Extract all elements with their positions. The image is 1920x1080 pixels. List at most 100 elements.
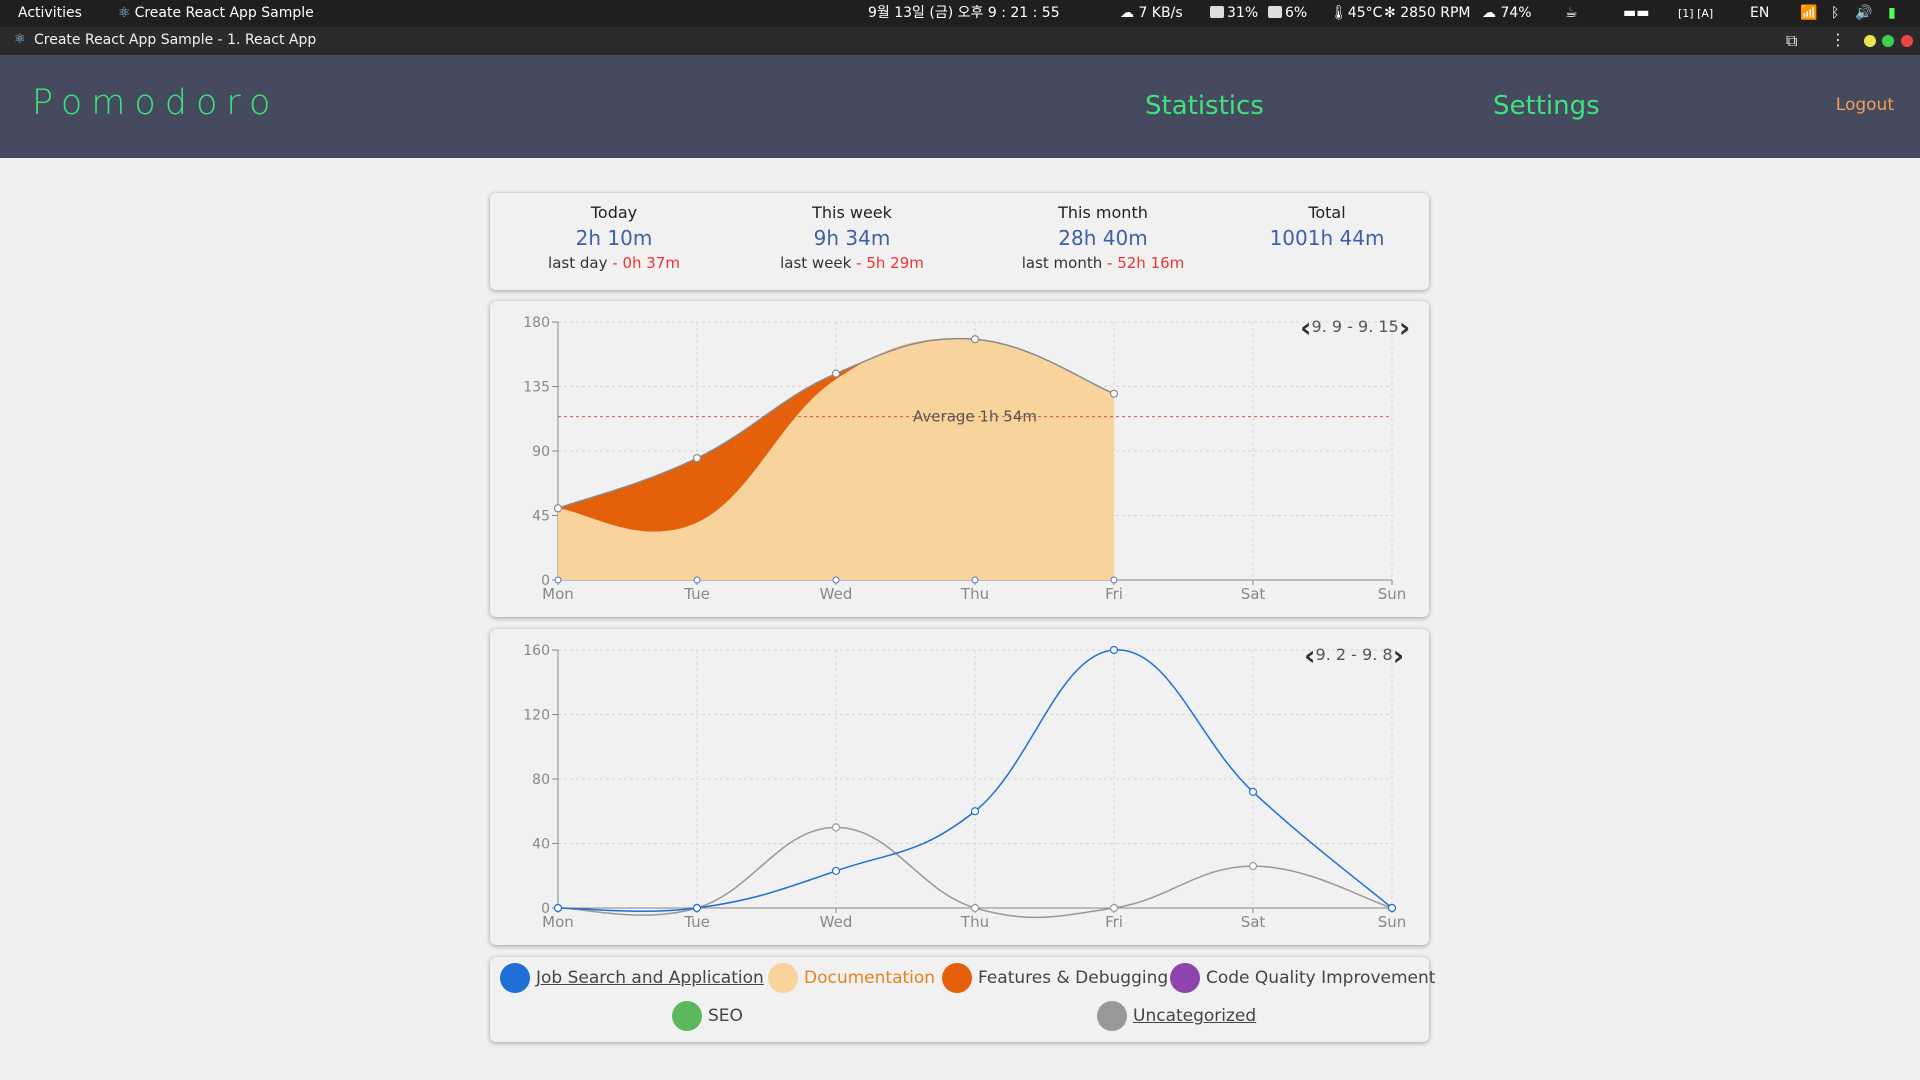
x-tick-label: Fri	[1105, 913, 1123, 931]
average-label: Average 1h 54m	[913, 408, 1037, 426]
temperature-indicator[interactable]: 🌡45°C	[1330, 0, 1382, 27]
brand-logo[interactable]: Pomodoro	[32, 83, 279, 123]
disk-indicator[interactable]: 6%	[1268, 0, 1307, 27]
temperature-value: 45°C	[1347, 5, 1383, 21]
legend-label: SEO	[708, 1006, 743, 1026]
legend-color-dot	[672, 1001, 702, 1031]
x-tick-label: Wed	[820, 913, 853, 931]
data-point	[1109, 389, 1119, 398]
fan-icon: ✻	[1384, 5, 1396, 21]
week-range-label: 9. 9 - 9. 15	[1311, 317, 1399, 336]
battery-icon[interactable]: ▮	[1888, 0, 1896, 27]
legend-color-dot	[1097, 1001, 1127, 1031]
language-indicator[interactable]: EN	[1750, 0, 1769, 27]
data-point	[1387, 903, 1397, 913]
legend-item-seo[interactable]: SEO	[672, 1001, 743, 1031]
activities-button[interactable]: Activities	[18, 0, 82, 27]
cloud-icon: ☁	[1120, 5, 1134, 21]
summary-prev-label: last day	[548, 254, 608, 272]
x-tick-label: Wed	[820, 585, 853, 603]
summary-label: Total	[1308, 203, 1346, 222]
network-speed-indicator[interactable]: ☁ 7 KB/s	[1120, 0, 1183, 27]
keyboard-indicator-icon[interactable]: [1] [A]	[1678, 0, 1713, 27]
summary-label: This week	[812, 203, 892, 222]
legend-label: Uncategorized	[1133, 1006, 1257, 1026]
summary-label: This month	[1058, 203, 1148, 222]
y-tick-label: 135	[523, 380, 550, 396]
legend-color-dot	[500, 963, 530, 993]
summary-value: 9h 34m	[813, 226, 891, 250]
weather-indicator[interactable]: ☁ 74%	[1482, 0, 1532, 27]
x-tick-label: Thu	[960, 585, 989, 603]
x-tick-label: Sun	[1378, 585, 1407, 603]
kebab-menu-icon[interactable]: ⋮	[1830, 30, 1846, 49]
data-point	[1109, 903, 1119, 913]
weekly-line-chart: 04080120160Mon Tue Wed Thu Fri Sat Sun	[523, 643, 1407, 931]
x-tick-label: Thu	[960, 913, 989, 931]
weekly-category-area-chart-card: 0 45 90 135 180 Mon Tue Wed Thu Fri Sat Sun Average …	[490, 301, 1429, 617]
coffee-icon[interactable]: ☕	[1565, 0, 1578, 27]
category-legend-card: Job Search and Application Documentation…	[490, 957, 1435, 1042]
legend-item-features-debugging[interactable]: Features & Debugging	[942, 963, 1168, 993]
clock[interactable]: 9월 13일 (금) 오후 9 : 21 : 55	[868, 0, 1060, 27]
baseline-point	[832, 576, 840, 584]
network-speed-value: 7 KB/s	[1138, 5, 1183, 21]
chevron-right-icon[interactable]: ›	[1393, 639, 1405, 672]
summary-prev-label: last month	[1021, 254, 1103, 272]
summary-today: Today 2h 10m last day - 0h 37m	[504, 203, 724, 272]
cpu-indicator[interactable]: 31%	[1210, 0, 1258, 27]
bluetooth-icon[interactable]: ᛒ	[1831, 0, 1839, 27]
legend-item-job-search[interactable]: Job Search and Application	[500, 963, 764, 993]
y-tick-label: 180	[523, 315, 550, 331]
baseline-point	[971, 576, 979, 584]
chevron-left-icon[interactable]: ‹	[1304, 639, 1316, 672]
nav-statistics-link[interactable]: Statistics	[1145, 91, 1264, 121]
data-point	[970, 807, 980, 816]
summary-label: Today	[590, 203, 638, 222]
maximize-window-button[interactable]	[1882, 35, 1894, 47]
x-tick-label: Sun	[1378, 913, 1407, 931]
data-point	[970, 335, 980, 344]
legend-item-documentation[interactable]: Documentation	[768, 963, 935, 993]
data-point	[1248, 787, 1258, 796]
legend-label: Features & Debugging	[978, 968, 1169, 988]
fan-indicator[interactable]: ✻ 2850 RPM	[1384, 0, 1471, 27]
summary-total: Total 1001h 44m	[1217, 203, 1437, 250]
thermometer-icon: 🌡	[1330, 5, 1348, 21]
y-tick-label: 90	[532, 444, 550, 460]
summary-comparison: last month - 52h 16m	[1021, 254, 1185, 272]
extensions-icon[interactable]: ⧉	[1786, 31, 1797, 51]
legend-color-dot	[768, 963, 798, 993]
close-window-button[interactable]	[1901, 35, 1913, 47]
summary-comparison: last week - 5h 29m	[780, 254, 924, 272]
data-point	[692, 454, 702, 463]
summary-this-week: This week 9h 34m last week - 5h 29m	[742, 203, 962, 272]
summary-prev-label: last week	[780, 254, 852, 272]
data-point	[553, 504, 563, 513]
legend-color-dot	[1170, 963, 1200, 993]
summary-prev-value: 5h 29m	[866, 254, 924, 272]
legend-label: Documentation	[804, 968, 936, 988]
y-tick-label: 120	[523, 708, 550, 724]
week-navigator: ‹9. 9 - 9. 15›	[1300, 311, 1410, 344]
workspace-indicator-icon[interactable]: ▬▬	[1623, 0, 1649, 27]
data-point	[1109, 645, 1119, 655]
chevron-left-icon[interactable]: ‹	[1300, 311, 1312, 344]
chevron-right-icon[interactable]: ›	[1399, 311, 1411, 344]
summary-comparison: last day - 0h 37m	[548, 254, 680, 272]
legend-item-uncategorized[interactable]: Uncategorized	[1097, 1001, 1256, 1031]
week-navigator: ‹9. 2 - 9. 8›	[1304, 639, 1404, 672]
data-point	[831, 866, 841, 876]
cpu-value: 31%	[1227, 5, 1259, 21]
focused-app-menu[interactable]: ⚛ Create React App Sample	[118, 0, 314, 27]
minimize-window-button[interactable]	[1864, 35, 1876, 47]
nav-settings-link[interactable]: Settings	[1493, 91, 1600, 121]
logout-link[interactable]: Logout	[1836, 95, 1894, 115]
wifi-icon[interactable]: 📶	[1800, 0, 1817, 27]
y-tick-label: 40	[532, 837, 550, 853]
data-point	[831, 823, 841, 832]
y-tick-label: 45	[532, 509, 550, 525]
legend-item-code-quality[interactable]: Code Quality Improvement	[1170, 963, 1435, 993]
volume-icon[interactable]: 🔊	[1855, 0, 1872, 27]
weekly-line-chart-card: 0 40 80 120 160 Mon Tue Wed Thu Fri Sat Sun ‹9. 2 -…	[490, 629, 1429, 945]
